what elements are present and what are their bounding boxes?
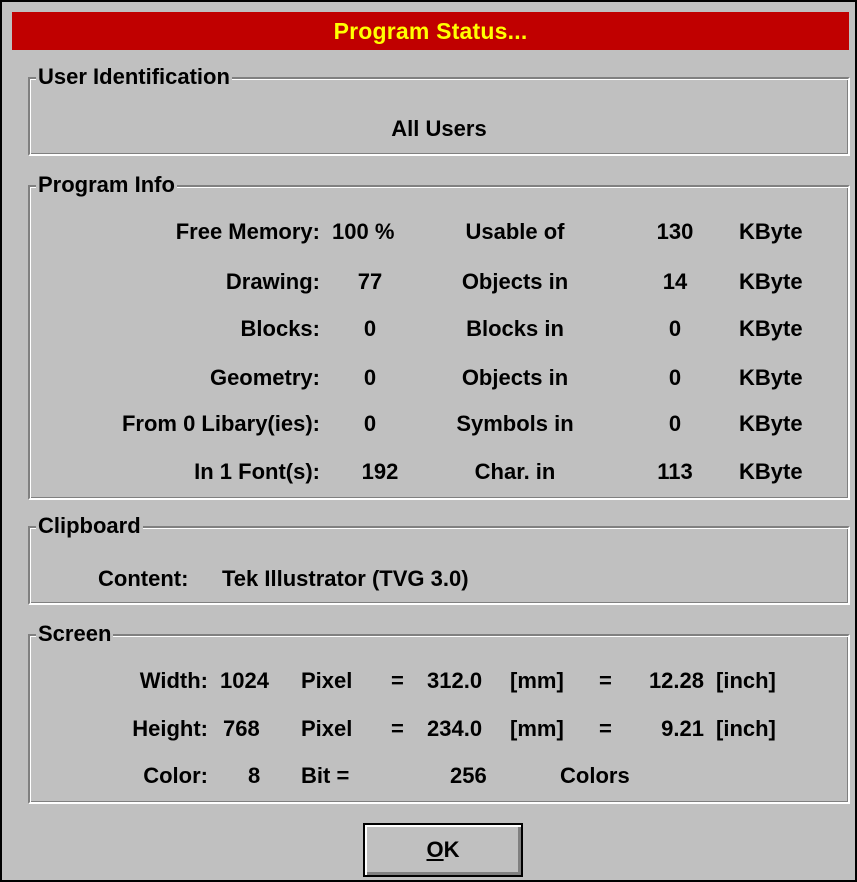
row-size: 130 bbox=[656, 219, 694, 244]
row-desc: Usable of bbox=[465, 219, 565, 244]
window-title: Program Status... bbox=[333, 17, 528, 44]
width-label: Width: bbox=[139, 668, 208, 693]
row-value: 192 bbox=[361, 459, 399, 484]
width-mm-unit: [mm] bbox=[510, 668, 564, 693]
width-mm: 312.0 bbox=[427, 668, 483, 693]
height-inch: 9.21 bbox=[661, 716, 704, 741]
row-unit: KByte bbox=[739, 365, 803, 390]
row-value: 0 bbox=[363, 365, 377, 390]
user-identification-legend: User Identification bbox=[36, 62, 232, 92]
color-value: 8 bbox=[248, 763, 261, 788]
row-size: 14 bbox=[662, 269, 688, 294]
height-inch-unit: [inch] bbox=[716, 716, 776, 741]
height-label: Height: bbox=[132, 716, 208, 741]
color-bit: Bit = bbox=[301, 763, 350, 788]
height-unit: Pixel bbox=[301, 716, 353, 741]
row-desc: Blocks in bbox=[466, 316, 564, 341]
width-unit: Pixel bbox=[301, 668, 353, 693]
row-unit: KByte bbox=[739, 316, 803, 341]
clipboard-legend: Clipboard bbox=[36, 511, 143, 541]
height-mm-unit: [mm] bbox=[510, 716, 564, 741]
width-eq1: = bbox=[391, 668, 404, 693]
width-eq2: = bbox=[599, 668, 612, 693]
ok-label: OK bbox=[426, 837, 459, 863]
row-label: From 0 Libary(ies): bbox=[121, 411, 320, 436]
row-desc: Objects in bbox=[461, 365, 569, 390]
width-inch-unit: [inch] bbox=[716, 668, 776, 693]
user-identification-group: User Identification All Users bbox=[28, 62, 850, 156]
row-label: Geometry: bbox=[209, 365, 320, 390]
user-identification-value: All Users bbox=[391, 116, 487, 141]
ok-button[interactable]: OK bbox=[363, 823, 523, 877]
row-label: In 1 Font(s): bbox=[194, 459, 320, 484]
row-unit: KByte bbox=[739, 411, 803, 436]
color-label: Color: bbox=[143, 763, 208, 788]
screen-legend: Screen bbox=[36, 619, 114, 649]
row-value: 0 bbox=[363, 316, 377, 341]
row-size: 0 bbox=[668, 316, 682, 341]
ok-accelerator: O bbox=[426, 837, 444, 862]
color-count: 256 bbox=[450, 763, 487, 788]
row-unit: KByte bbox=[739, 269, 803, 294]
height-eq2: = bbox=[599, 716, 612, 741]
clipboard-content-label: Content: bbox=[98, 566, 189, 591]
width-inch: 12.28 bbox=[648, 668, 704, 693]
height-mm: 234.0 bbox=[427, 716, 483, 741]
row-value: 77 bbox=[357, 269, 383, 294]
width-value: 1024 bbox=[220, 668, 269, 693]
program-info-legend: Program Info bbox=[36, 170, 177, 200]
clipboard-group: Clipboard Content: Tek Illustrator (TVG … bbox=[28, 511, 850, 605]
clipboard-content-value: Tek Illustrator (TVG 3.0) bbox=[222, 566, 469, 591]
row-size: 0 bbox=[668, 365, 682, 390]
row-desc: Objects in bbox=[461, 269, 569, 294]
row-label: Blocks: bbox=[240, 316, 320, 341]
row-desc: Char. in bbox=[474, 459, 556, 484]
row-label: Drawing: bbox=[225, 269, 320, 294]
program-info-group: Program Info Free Memory: 100 % Usable o… bbox=[28, 170, 850, 500]
ok-label-rest: K bbox=[443, 837, 460, 862]
row-value: 100 % bbox=[332, 219, 395, 244]
title-bar: Program Status... bbox=[12, 12, 849, 50]
row-desc: Symbols in bbox=[456, 411, 574, 436]
screen-group: Screen Width: 1024 Pixel = 312.0 [mm] = … bbox=[28, 619, 850, 804]
row-size: 0 bbox=[668, 411, 682, 436]
row-size: 113 bbox=[657, 459, 693, 484]
height-value: 768 bbox=[223, 716, 260, 741]
program-status-dialog: Program Status... User Identification Al… bbox=[0, 0, 857, 882]
row-unit: KByte bbox=[739, 459, 803, 484]
row-value: 0 bbox=[363, 411, 377, 436]
row-unit: KByte bbox=[739, 219, 803, 244]
height-eq1: = bbox=[391, 716, 404, 741]
color-unit: Colors bbox=[560, 763, 630, 788]
row-label: Free Memory: bbox=[175, 219, 320, 244]
